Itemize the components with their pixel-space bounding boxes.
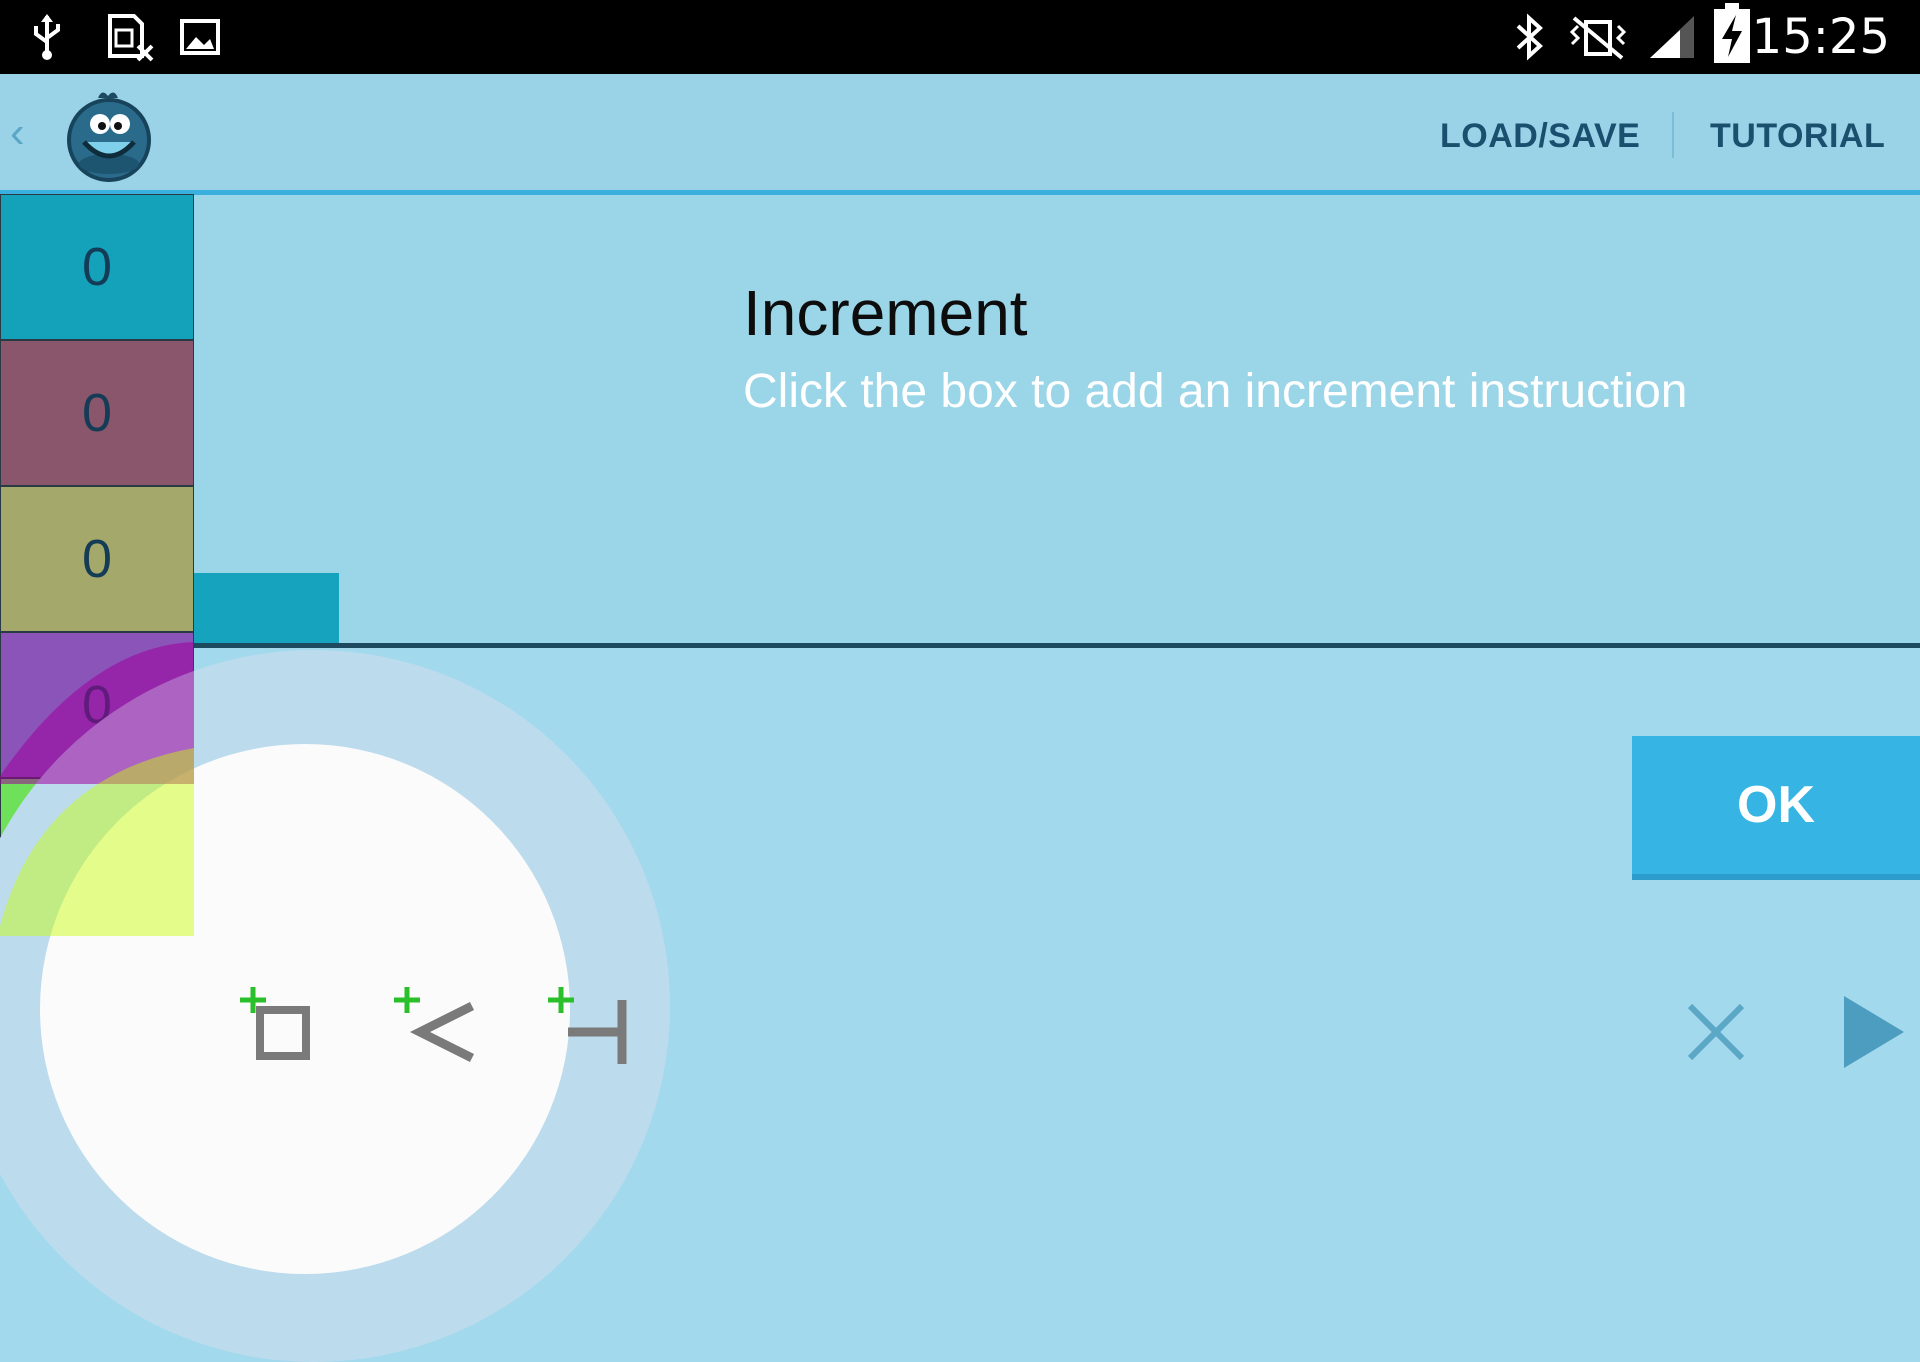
register-cell[interactable]: 0 [0,194,194,340]
signal-icon [1648,12,1696,62]
add-end-button[interactable] [546,980,646,1070]
usb-icon [30,12,64,62]
register-cell[interactable]: 0 [0,340,194,486]
battery-charging-icon [1712,3,1752,63]
app-logo[interactable] [62,88,156,182]
register-value: 0 [81,237,113,297]
run-button[interactable] [1832,992,1920,1072]
close-icon [1687,1003,1745,1061]
add-increment-icon [240,987,310,1060]
image-icon [180,12,220,62]
tutorial-button[interactable]: TUTORIAL [1710,74,1885,190]
back-chevron-icon[interactable]: ‹ [10,108,25,158]
clock-time: 15:25 [1751,9,1890,65]
clear-button[interactable] [1676,992,1756,1072]
sim-missing-icon [104,12,154,62]
play-icon [1844,996,1904,1068]
add-increment-button[interactable] [236,980,336,1070]
hint-title: Increment [743,277,1028,349]
bluetooth-icon [1512,12,1548,62]
program-baseline [194,643,1920,648]
add-end-icon [548,987,627,1064]
action-divider [1672,112,1674,158]
program-area[interactable] [194,195,1920,643]
vibrate-icon [1566,12,1630,62]
add-decrement-button[interactable] [392,980,492,1070]
status-bar: 15:25 [0,0,1920,74]
register-value: 0 [81,383,113,443]
ok-button[interactable]: OK [1632,736,1920,880]
load-save-button[interactable]: LOAD/SAVE [1440,74,1640,190]
register-cell[interactable]: 0 [0,486,194,632]
hint-subtitle: Click the box to add an increment instru… [743,365,1688,418]
register-block[interactable] [194,573,339,643]
add-decrement-icon [394,987,475,1063]
radial-overlay-tint [0,642,194,936]
register-value: 0 [81,529,113,589]
